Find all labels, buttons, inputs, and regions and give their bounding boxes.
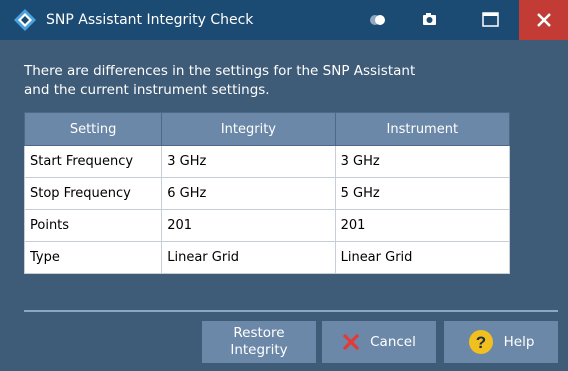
help-label: Help [503,334,535,350]
svg-text:?: ? [475,333,485,352]
cancel-label: Cancel [370,334,416,350]
table-row: Stop Frequency 6 GHz 5 GHz [23,177,511,210]
screenshot-button[interactable] [414,0,444,40]
toggle-button[interactable] [362,0,392,40]
table-cell: 6 GHz [161,177,336,210]
toggle-icon [370,15,385,25]
restore-label-line-2: Integrity [230,342,288,358]
table-cell: Stop Frequency [23,177,163,210]
maximize-icon [482,12,499,27]
camera-icon [423,13,436,25]
table-cell: 3 GHz [334,145,511,178]
help-icon: ? [468,330,493,354]
help-button[interactable]: ? Help [444,321,558,363]
table-cell: Start Frequency [23,145,163,178]
cancel-button[interactable]: Cancel [322,321,436,363]
table-row: Type Linear Grid Linear Grid [23,241,511,274]
table-cell: 5 GHz [334,177,511,210]
table-cell: 3 GHz [161,145,336,178]
close-button[interactable] [519,0,568,40]
column-header-instrument: Instrument [334,112,511,146]
table-cell: 201 [161,209,336,242]
table-cell: Points [23,209,163,242]
table-cell: Type [23,241,163,274]
window-title: SNP Assistant Integrity Check [46,12,254,28]
title-bar[interactable]: SNP Assistant Integrity Check [0,0,568,40]
table-header-row: Setting Integrity Instrument [23,112,511,146]
table-cell: 201 [334,209,511,242]
restore-label-line-1: Restore [233,325,285,341]
info-message: There are differences in the settings fo… [24,62,544,100]
table-row: Start Frequency 3 GHz 3 GHz [23,145,511,178]
close-icon [537,13,551,27]
column-header-setting: Setting [23,112,163,146]
restore-integrity-button[interactable]: Restore Integrity [202,321,316,363]
maximize-button[interactable] [475,0,505,40]
table-cell: Linear Grid [161,241,336,274]
cancel-x-icon [342,333,360,351]
table-cell: Linear Grid [334,241,511,274]
column-header-integrity: Integrity [161,112,336,146]
message-line-1: There are differences in the settings fo… [24,63,416,79]
table-row: Points 201 201 [23,209,511,242]
rs-logo-icon [14,9,36,31]
settings-table: Setting Integrity Instrument Start Frequ… [23,112,511,274]
divider [24,310,558,312]
message-line-2: and the current instrument settings. [24,82,270,98]
